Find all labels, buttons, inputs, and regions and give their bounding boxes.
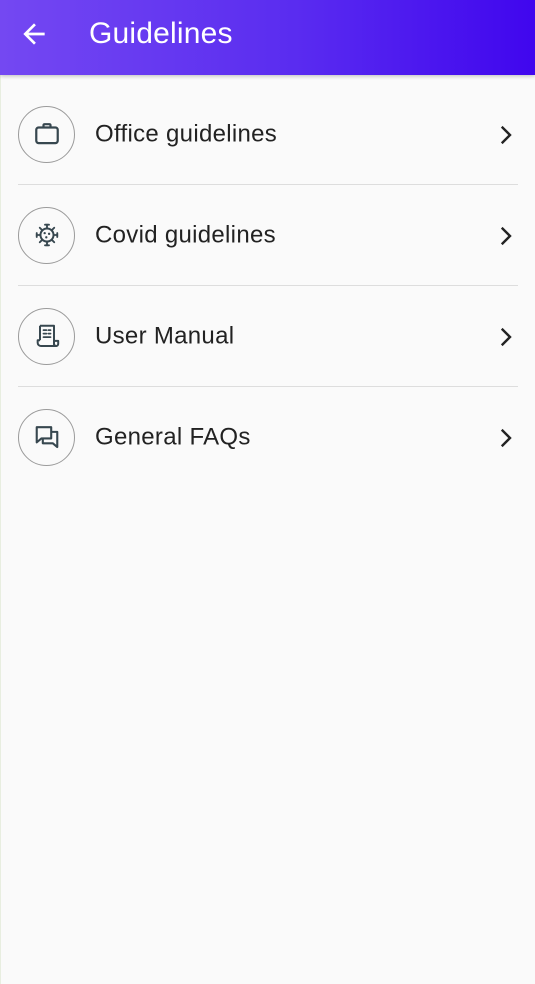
icon-circle	[18, 105, 75, 163]
list-item-user-manual[interactable]: User Manual	[18, 286, 518, 387]
list-item-covid-guidelines[interactable]: Covid guidelines	[18, 185, 518, 286]
virus-icon	[33, 221, 61, 249]
chevron-right-icon	[494, 325, 518, 349]
chevron-right-icon	[494, 224, 518, 248]
item-label: User Manual	[95, 321, 235, 349]
left-edge-line	[0, 75, 1, 984]
item-label: Covid guidelines	[95, 220, 276, 248]
item-label: Office guidelines	[95, 119, 278, 147]
icon-circle	[18, 206, 75, 264]
receipt-document-icon	[33, 322, 61, 350]
briefcase-icon	[33, 120, 61, 148]
guidelines-list: Office guidelines Covid guidelines User …	[18, 84, 518, 488]
item-label: General FAQs	[95, 422, 251, 450]
back-button[interactable]	[14, 14, 54, 58]
list-item-general-faqs[interactable]: General FAQs	[18, 387, 518, 488]
app-bar: Guidelines	[0, 0, 535, 75]
chevron-right-icon	[494, 123, 518, 147]
chat-bubbles-icon	[33, 423, 61, 451]
list-item-office-guidelines[interactable]: Office guidelines	[18, 84, 518, 185]
page-title: Guidelines	[89, 17, 233, 50]
arrow-left-icon	[18, 18, 50, 55]
icon-circle	[18, 307, 75, 365]
chevron-right-icon	[494, 426, 518, 450]
guidelines-screen: Guidelines Office guidelines Covid guide…	[0, 0, 535, 984]
icon-circle	[18, 408, 75, 466]
